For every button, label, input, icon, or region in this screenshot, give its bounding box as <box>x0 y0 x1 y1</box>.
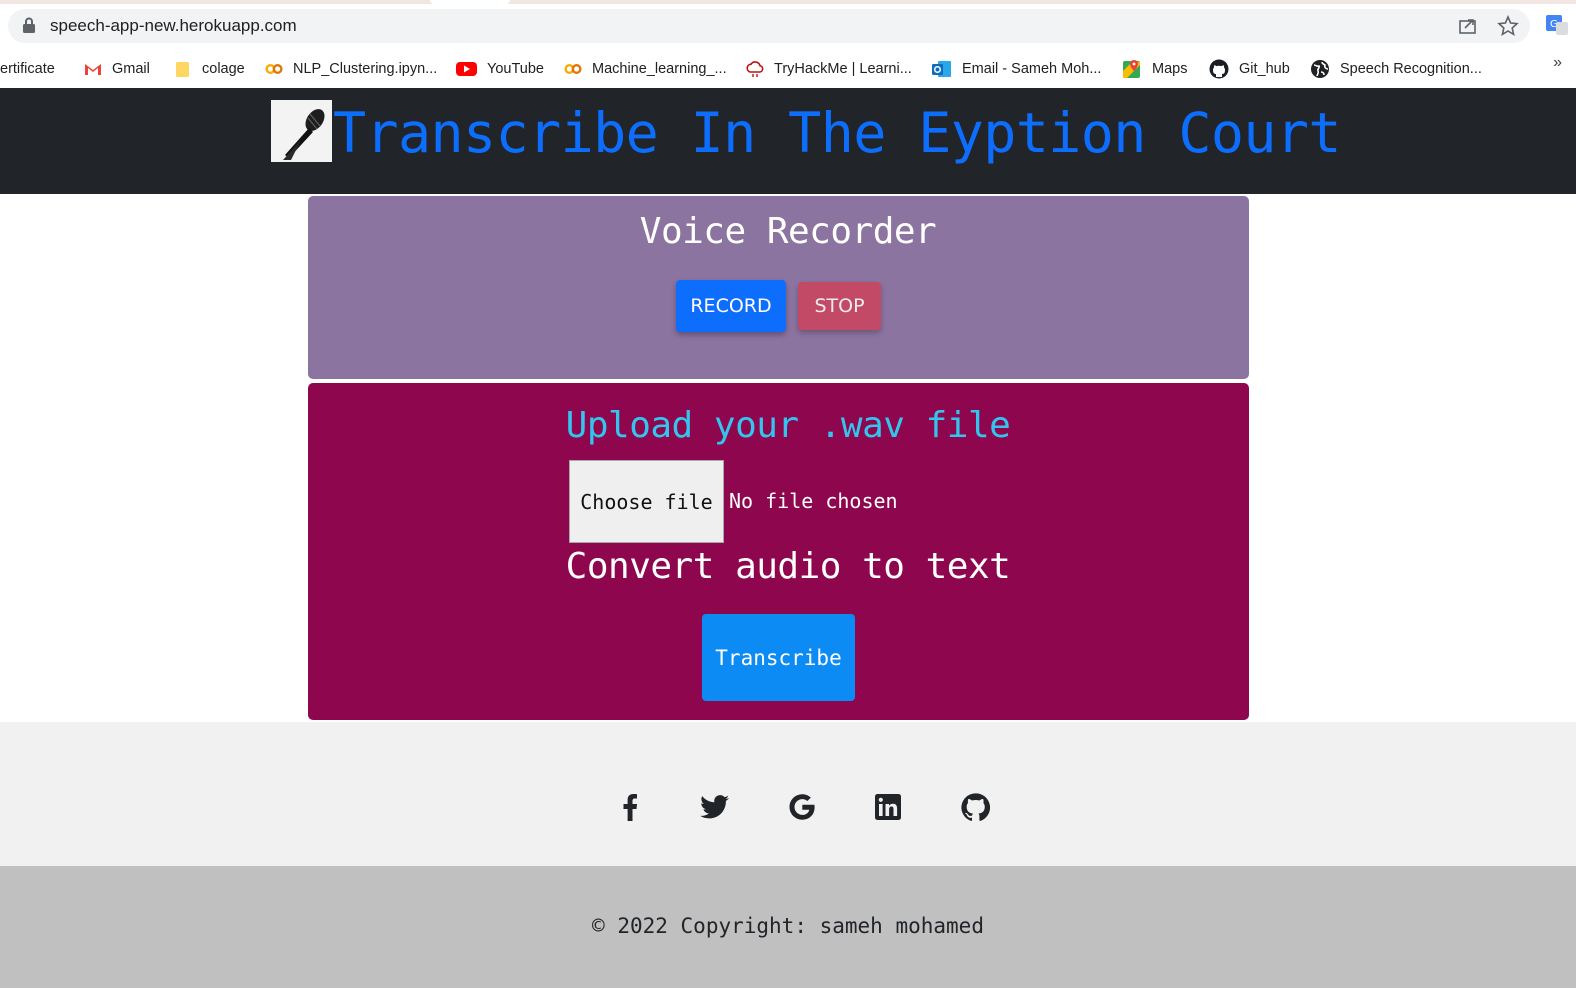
bookmark-label: colage <box>202 61 245 77</box>
share-icon[interactable] <box>1457 15 1479 37</box>
bookmark-colage[interactable]: colage <box>174 58 245 80</box>
choose-file-button[interactable]: Choose file <box>569 460 724 543</box>
bookmark-star-icon[interactable] <box>1497 15 1519 37</box>
bookmarks-overflow-chevron-icon[interactable]: » <box>1553 54 1562 72</box>
gmail-icon <box>85 64 101 75</box>
github-icon[interactable] <box>960 792 990 822</box>
youtube-icon <box>456 62 477 76</box>
bookmark-speech-recognition[interactable]: Speech Recognition... <box>1310 58 1482 80</box>
bookmark-label: NLP_Clustering.ipyn... <box>293 61 438 77</box>
facebook-icon[interactable] <box>615 792 645 822</box>
bookmark-tryhackme[interactable]: TryHackMe | Learni... <box>746 58 912 80</box>
google-icon[interactable] <box>787 792 817 822</box>
browser-toolbar: speech-app-new.herokuapp.com G <box>0 0 1576 50</box>
twitter-icon[interactable] <box>700 792 730 822</box>
bookmark-label: Git_hub <box>1239 61 1290 77</box>
transcribe-button[interactable]: Transcribe <box>702 614 855 701</box>
bookmark-label: Speech Recognition... <box>1340 61 1482 77</box>
copyright-text: © 2022 Copyright: sameh mohamed <box>592 914 984 938</box>
google-translate-icon[interactable]: G <box>1546 14 1568 36</box>
colab-icon <box>564 64 582 74</box>
record-button[interactable]: RECORD <box>676 280 786 332</box>
bookmark-certificate[interactable]: ertificate <box>0 58 55 80</box>
bookmark-label: Gmail <box>112 61 150 77</box>
bookmark-label: Machine_learning_... <box>592 61 727 77</box>
folder-icon <box>176 62 189 77</box>
bookmark-gmail[interactable]: Gmail <box>84 58 150 80</box>
bookmark-label: Maps <box>1152 61 1188 77</box>
maps-icon <box>1123 60 1140 78</box>
tab-strip <box>0 0 1576 4</box>
bookmark-label: ertificate <box>0 61 55 77</box>
bookmark-label: Email - Sameh Moh... <box>962 61 1102 77</box>
bookmark-maps[interactable]: Maps <box>1122 58 1187 80</box>
bookmark-nlp-clustering[interactable]: NLP_Clustering.ipyn... <box>265 58 437 80</box>
page-title: Transcribe In The Eyption Court <box>333 101 1342 165</box>
github-icon <box>1209 59 1229 79</box>
url-text[interactable]: speech-app-new.herokuapp.com <box>50 16 297 36</box>
microphone-icon <box>271 100 332 162</box>
globe-icon <box>1311 60 1329 78</box>
stop-button[interactable]: STOP <box>798 282 881 330</box>
bookmark-outlook[interactable]: Email - Sameh Moh... <box>932 58 1101 80</box>
voice-recorder-title: Voice Recorder <box>639 211 937 252</box>
convert-title: Convert audio to text <box>565 546 1011 587</box>
site-header: Transcribe In The Eyption Court <box>0 88 1576 194</box>
bookmark-youtube[interactable]: YouTube <box>456 58 544 80</box>
bookmark-label: YouTube <box>487 61 544 77</box>
bookmark-machine-learning[interactable]: Machine_learning_... <box>564 58 727 80</box>
outlook-icon <box>932 61 951 77</box>
bookmarks-bar: ertificate Gmail colage NLP_Clustering.i… <box>0 50 1576 89</box>
file-status-text: No file chosen <box>729 489 898 513</box>
linkedin-icon[interactable] <box>873 792 903 822</box>
colab-icon <box>265 64 283 74</box>
bookmark-github[interactable]: Git_hub <box>1209 58 1290 80</box>
tryhackme-icon <box>746 61 764 77</box>
lock-icon[interactable] <box>22 17 36 34</box>
bookmark-label: TryHackMe | Learni... <box>774 61 912 77</box>
upload-title: Upload your .wav file <box>565 405 1011 446</box>
